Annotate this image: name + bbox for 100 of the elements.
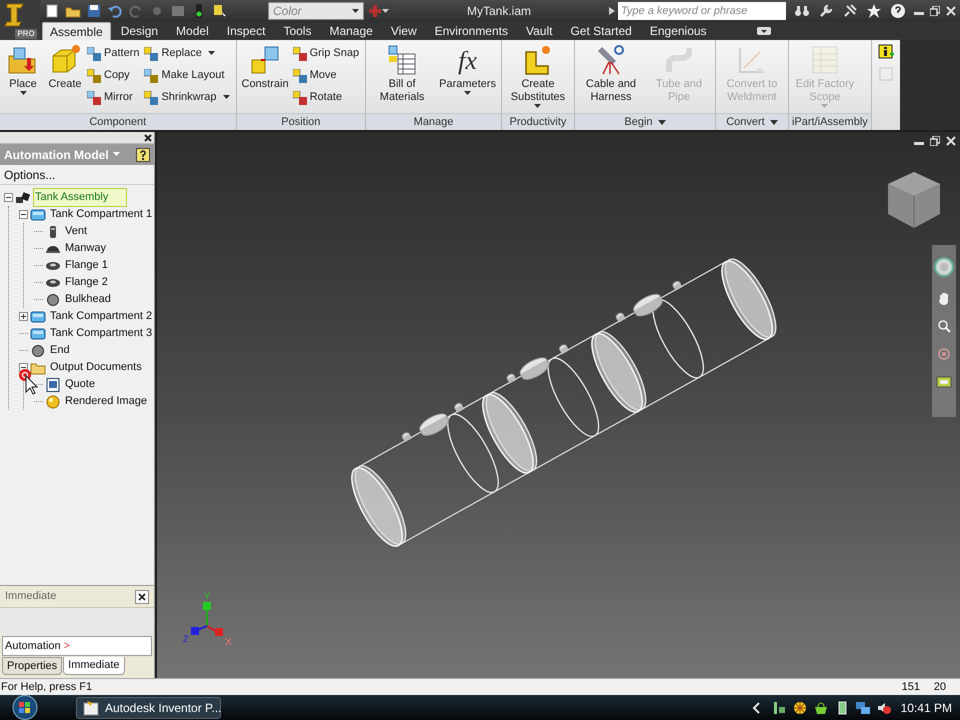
help-icon[interactable] xyxy=(890,3,906,19)
ribbon-tab[interactable]: Tools xyxy=(275,22,320,40)
tree-item[interactable]: Bulkhead xyxy=(63,290,113,309)
ribbon-tab[interactable]: Assemble xyxy=(42,22,111,40)
ribbon-button[interactable]: Copy xyxy=(87,66,140,85)
tree-item[interactable]: Quote xyxy=(63,375,97,394)
ribbon-button[interactable]: fx Parameters xyxy=(437,44,498,96)
ribbon-button[interactable]: Grip Snap xyxy=(292,44,360,63)
caret-icon xyxy=(20,91,26,96)
binoculars-icon[interactable] xyxy=(794,3,810,19)
ribbon-tab[interactable]: Get Started xyxy=(562,22,640,40)
asterisk-icon[interactable] xyxy=(792,700,808,716)
caret-icon[interactable] xyxy=(658,120,666,124)
axis-triad-icon xyxy=(191,602,223,636)
caret-icon xyxy=(464,91,472,96)
window-icon xyxy=(83,700,99,716)
sphere-icon xyxy=(45,292,61,306)
minus-icon[interactable] xyxy=(19,210,28,219)
tree-item[interactable]: Output Documents xyxy=(48,358,144,377)
minus-icon[interactable] xyxy=(4,193,13,202)
expand-arrow-icon[interactable] xyxy=(609,7,615,15)
star-icon[interactable] xyxy=(866,3,882,19)
restore-icon[interactable] xyxy=(930,136,940,146)
undo-icon[interactable] xyxy=(107,3,123,19)
table-icon xyxy=(386,44,418,76)
tree-item[interactable]: Flange 1 xyxy=(63,256,110,275)
ribbon-tab[interactable]: Manage xyxy=(321,22,381,40)
search-field[interactable]: Type a keyword or phrase xyxy=(618,2,786,20)
clock[interactable]: 10:41 PM xyxy=(900,698,952,716)
start-orb-icon[interactable] xyxy=(10,695,40,720)
axis-label: X xyxy=(225,637,232,648)
basket-icon[interactable] xyxy=(812,700,829,716)
ribbon-button[interactable]: Rotate xyxy=(292,88,360,107)
ribbon-button[interactable]: Shrinkwrap xyxy=(144,88,230,107)
caret-icon xyxy=(112,152,120,157)
tree-item[interactable]: Rendered Image xyxy=(63,392,149,411)
select-icon[interactable] xyxy=(212,3,228,19)
close-icon[interactable] xyxy=(135,590,149,604)
caret-icon xyxy=(534,104,542,109)
ribbon-tab[interactable]: Environments xyxy=(426,22,516,40)
caret-icon[interactable] xyxy=(770,120,778,124)
options-link[interactable]: Options... xyxy=(0,165,154,185)
blocks-icon xyxy=(144,68,158,82)
info-icon[interactable] xyxy=(878,44,894,60)
zoom-icon[interactable] xyxy=(937,319,951,333)
ribbon-button[interactable]: Place xyxy=(3,44,43,96)
steering-wheel-icon[interactable] xyxy=(934,257,954,277)
ribbon-tab[interactable]: Engenious xyxy=(642,22,715,40)
ribbon-button[interactable]: Bill of Materials xyxy=(369,44,436,104)
panel-tab[interactable]: Properties xyxy=(2,657,62,675)
caret-icon xyxy=(208,51,215,56)
tree-item[interactable]: Tank Compartment 1 xyxy=(48,205,154,224)
look-at-icon[interactable] xyxy=(936,375,952,389)
new-file-icon[interactable] xyxy=(44,3,60,19)
application-button[interactable]: PRO xyxy=(0,0,40,40)
panel-title: Productivity xyxy=(510,114,566,130)
ribbon-button[interactable]: Make Layout xyxy=(144,66,230,85)
ribbon-button[interactable]: Move xyxy=(292,66,360,85)
tree-item[interactable]: Tank Compartment 3 xyxy=(48,324,154,343)
panel-title: Position xyxy=(281,114,320,130)
hand-icon[interactable] xyxy=(937,291,951,305)
help-icon[interactable] xyxy=(136,148,150,162)
ribbon-button[interactable]: Create Substitutes xyxy=(504,44,571,109)
panel-title: Manage xyxy=(414,114,454,130)
ribbon-button[interactable]: Pattern xyxy=(87,44,140,63)
taskbar-button[interactable]: Autodesk Inventor P... xyxy=(76,696,221,718)
tree-item[interactable]: Manway xyxy=(63,239,108,258)
sphere-icon xyxy=(30,344,46,358)
ribbon-tab[interactable]: Model xyxy=(168,22,217,40)
minimize-ribbon-icon[interactable] xyxy=(756,26,771,36)
save-icon[interactable] xyxy=(86,3,102,19)
tree-item[interactable]: Tank Assembly xyxy=(33,188,128,207)
tree-item[interactable]: End xyxy=(48,341,72,360)
tree-item[interactable]: Tank Compartment 2 xyxy=(48,307,154,326)
ribbon-tab[interactable]: Design xyxy=(112,22,166,40)
command-input-field[interactable]: Automation > xyxy=(2,636,152,656)
panel-tab[interactable]: Immediate xyxy=(63,657,124,675)
rectangle-icon xyxy=(30,310,46,322)
ribbon-button[interactable]: Constrain xyxy=(240,44,291,91)
ribbon-button[interactable]: Mirror xyxy=(87,88,140,107)
plus-icon[interactable] xyxy=(19,312,28,321)
dropdown-value: Color xyxy=(273,3,302,20)
ribbon-tab[interactable]: Inspect xyxy=(218,22,274,40)
restore-icon[interactable] xyxy=(930,6,940,16)
blocks-icon xyxy=(87,46,101,60)
ribbon-button[interactable]: Replace xyxy=(144,44,230,63)
folder-icon xyxy=(30,360,46,374)
monitors-icon[interactable] xyxy=(854,700,871,716)
blocks-icon xyxy=(292,68,307,82)
wrench-icon[interactable] xyxy=(818,3,834,19)
ribbon-button[interactable]: Cable and Harness xyxy=(578,44,644,104)
tree-item[interactable]: Vent xyxy=(63,222,90,241)
tree-item[interactable]: Flange 2 xyxy=(63,273,110,292)
ribbon-button[interactable]: Create xyxy=(45,44,85,91)
close-icon[interactable] xyxy=(144,134,152,142)
document-title: MyTank.iam xyxy=(466,3,531,20)
view-cube-icon[interactable] xyxy=(886,170,942,230)
ribbon-tab[interactable]: Vault xyxy=(518,22,560,40)
caret-icon xyxy=(222,95,230,100)
ribbon-tab[interactable]: View xyxy=(382,22,425,40)
